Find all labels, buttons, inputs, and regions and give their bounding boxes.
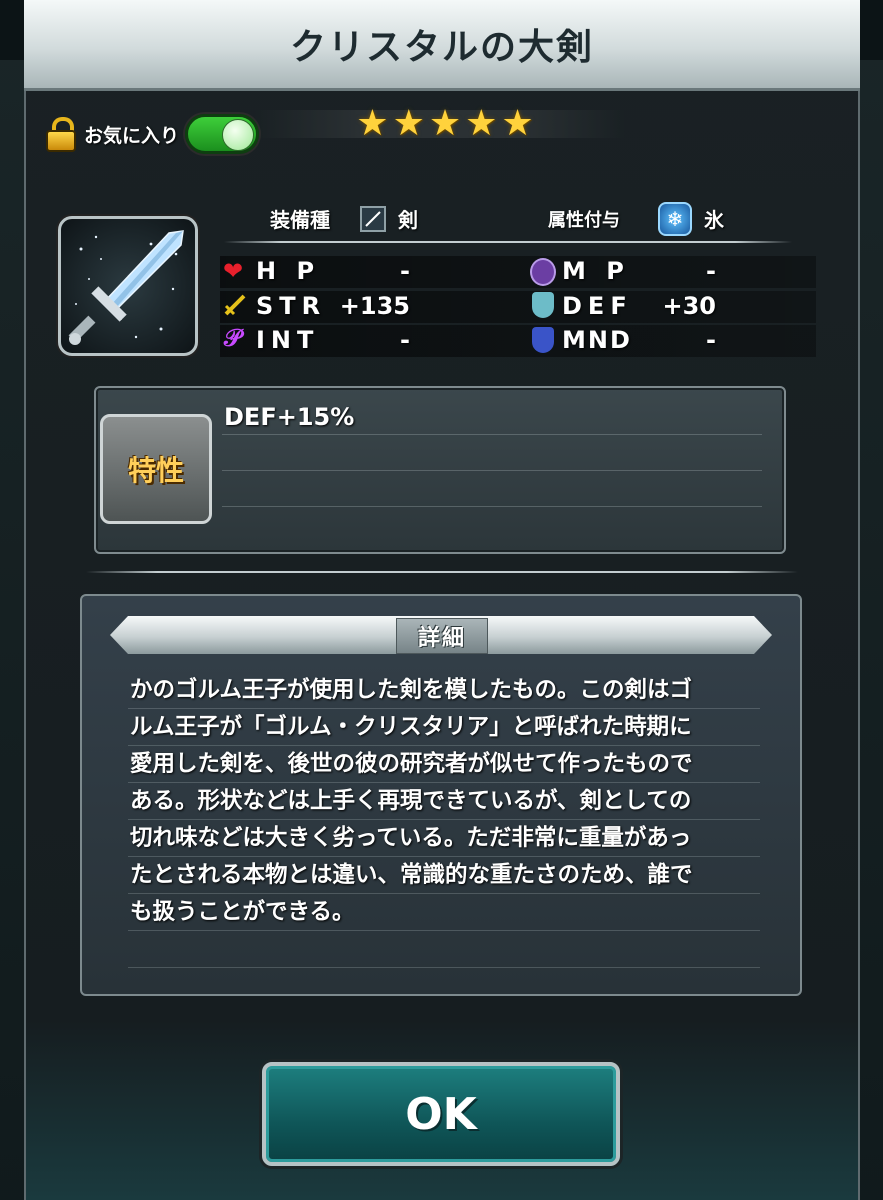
int-value: - (400, 326, 410, 354)
favorite-toggle[interactable] (185, 114, 260, 154)
detail-description: かのゴルム王子が使用した剣を模したもの。この剣はゴ ルム王子が「ゴルム・クリスタ… (130, 672, 750, 931)
detail-text-line: ルム王子が「ゴルム・クリスタリア」と呼ばれた時期に (130, 714, 692, 740)
trait-line (222, 470, 762, 471)
mp-value: - (706, 257, 716, 285)
str-label: STR (256, 292, 327, 320)
heart-icon: ❤ (223, 257, 244, 285)
crystal-sword-icon (58, 216, 198, 356)
detail-text-line: も扱うことができる。 (130, 899, 355, 925)
trait-line (222, 506, 762, 507)
star-icon: ★ (501, 103, 534, 144)
detail-line (128, 967, 760, 968)
lock-icon (44, 115, 78, 153)
title-bar: クリスタルの大剣 (24, 0, 860, 91)
str-sword-icon (222, 292, 246, 316)
detail-title-plate: 詳細 (396, 618, 488, 654)
trait-badge-label: 特性 (127, 454, 184, 487)
mnd-label: MND (562, 326, 632, 354)
item-title: クリスタルの大剣 (289, 27, 594, 68)
int-icon: 𝒫 (224, 324, 242, 352)
hp-label: H P (256, 257, 321, 285)
favorite-toggle-group[interactable]: お気に入り (44, 114, 260, 154)
element-label: 属性付与 (548, 210, 620, 231)
sword-type-icon (360, 206, 386, 232)
detail-text-line: ある。形状などは上手く再現できているが、剣としての (130, 788, 692, 814)
int-label: INT (256, 326, 320, 354)
def-shield-icon (532, 292, 554, 318)
detail-text-line: たとされる本物とは違い、常識的な重たさのため、誰で (130, 862, 693, 888)
ok-label: OK (405, 1088, 477, 1140)
ok-button[interactable]: OK (262, 1062, 620, 1166)
mnd-shield-icon (532, 327, 554, 353)
mp-label: M P (562, 257, 630, 285)
star-icon: ★ (465, 103, 498, 144)
mp-icon (530, 258, 556, 286)
rarity-stars: ★ ★ ★ ★ ★ (300, 104, 590, 144)
ice-element-icon: ❄ (658, 202, 692, 236)
star-icon: ★ (356, 103, 389, 144)
hp-value: - (400, 257, 410, 285)
trait-line (222, 434, 762, 435)
detail-text-line: 切れ味などは大きく劣っている。ただ非常に重量があっ (130, 825, 692, 851)
equip-type-value: 剣 (398, 208, 418, 232)
str-value: +135 (339, 292, 410, 320)
detail-title: 詳細 (417, 626, 466, 651)
def-value: +30 (662, 292, 716, 320)
star-icon: ★ (392, 103, 425, 144)
stats-divider (224, 241, 792, 243)
favorite-label: お気に入り (84, 124, 180, 147)
mnd-value: - (706, 326, 716, 354)
trait-text: DEF+15% (224, 403, 355, 431)
detail-text-line: かのゴルム王子が使用した剣を模したもの。この剣はゴ (130, 677, 693, 703)
def-label: DEF (562, 292, 633, 320)
equip-type-label: 装備種 (270, 208, 330, 232)
trait-badge: 特性 (100, 414, 212, 524)
section-divider (86, 571, 798, 573)
element-value: 氷 (704, 208, 724, 232)
star-icon: ★ (428, 103, 462, 144)
detail-text-line: 愛用した剣を、後世の彼の研究者が似せて作ったもので (130, 751, 693, 777)
toggle-knob (222, 119, 255, 151)
